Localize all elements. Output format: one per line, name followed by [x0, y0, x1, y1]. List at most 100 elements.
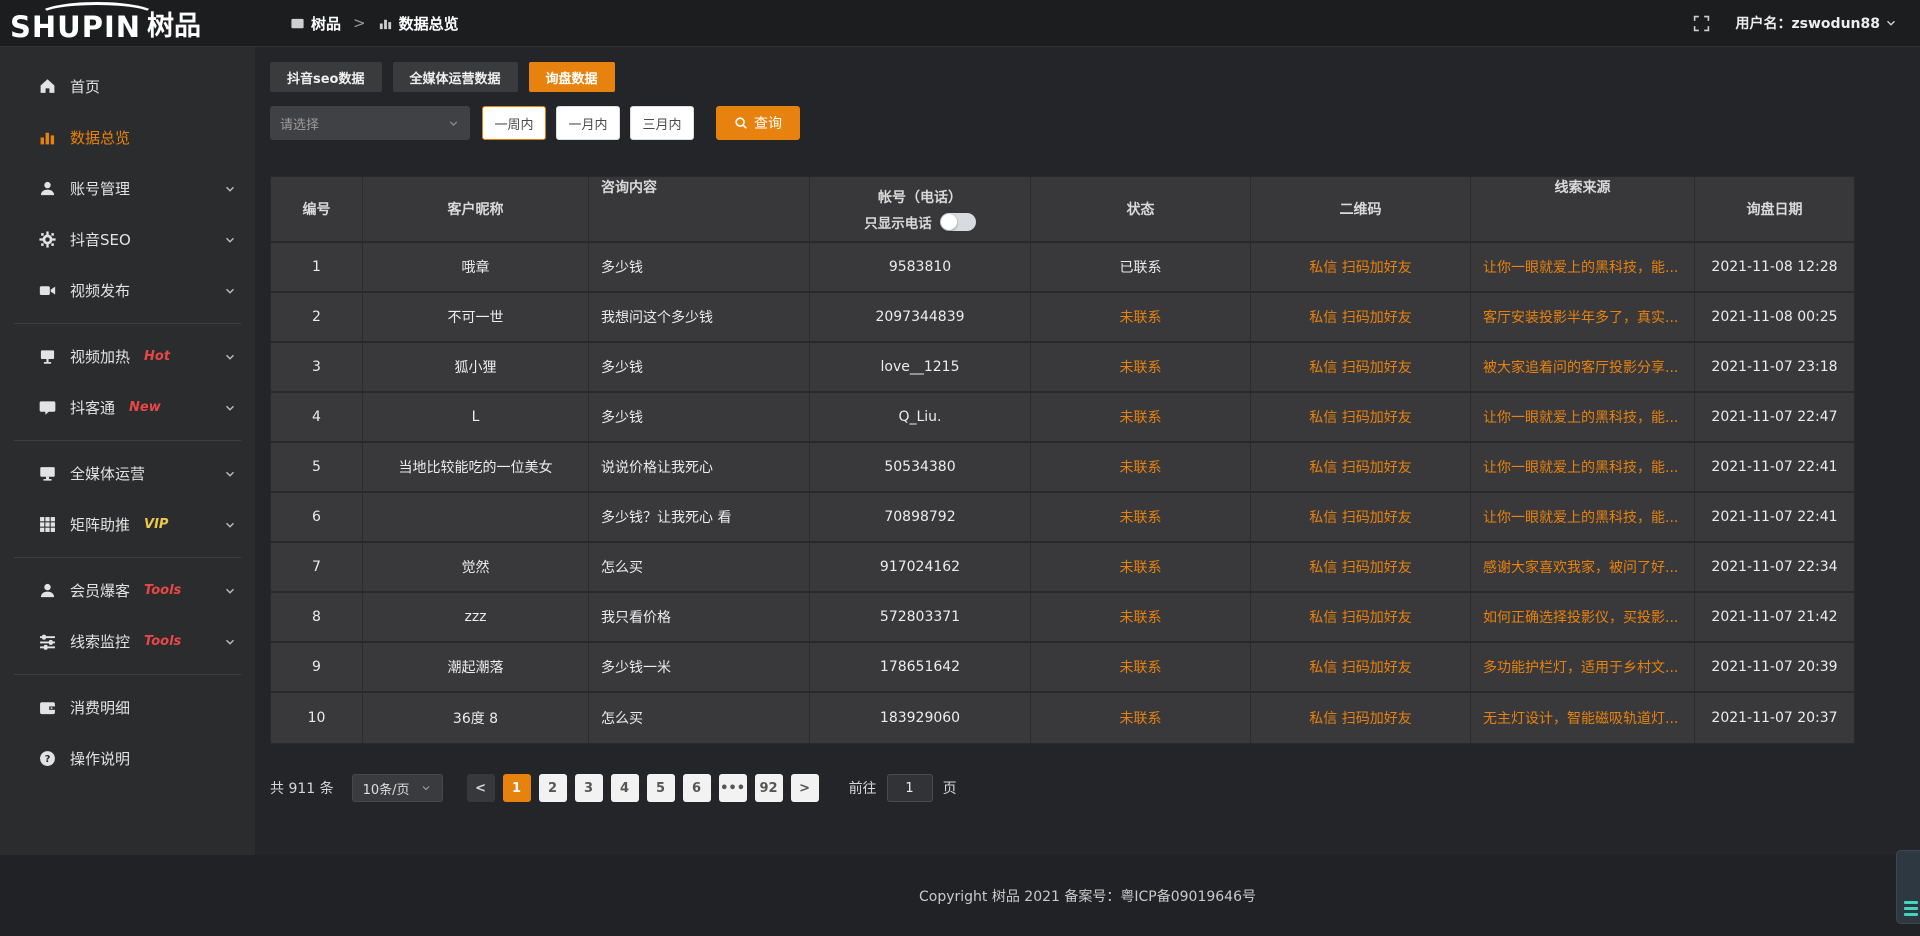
sidebar-item-consumption-detail[interactable]: 消费明细: [0, 682, 255, 733]
chevron-down-icon: [223, 635, 237, 649]
cell-source[interactable]: 被大家追着问的客厅投影分享...: [1471, 343, 1695, 391]
table-row: 2不可一世我想问这个多少钱2097344839未联系私信 扫码加好友客厅安装投影…: [271, 293, 1854, 343]
cell-source[interactable]: 多功能护栏灯，适用于乡村文...: [1471, 643, 1695, 691]
cell-no: 8: [271, 593, 363, 641]
copyright-text: Copyright 树品 2021 备案号：粤ICP备09019646号: [919, 886, 1256, 906]
user-icon: [38, 582, 56, 599]
page-button-3[interactable]: 3: [575, 774, 603, 802]
sidebar-item-douyin-seo[interactable]: 抖音SEO: [0, 214, 255, 265]
fullscreen-icon[interactable]: [1693, 15, 1710, 32]
cell-qrcode[interactable]: 私信 扫码加好友: [1251, 443, 1471, 491]
page-button-2[interactable]: 2: [539, 774, 567, 802]
cell-qrcode[interactable]: 私信 扫码加好友: [1251, 693, 1471, 743]
chevron-down-icon: [223, 584, 237, 598]
search-button[interactable]: 查询: [716, 106, 800, 140]
username-label[interactable]: 用户名：zswodun88: [1736, 13, 1880, 33]
chevron-down-icon: [420, 782, 432, 794]
cell-account: Q_Liu.: [810, 393, 1031, 441]
page-button-6[interactable]: 6: [683, 774, 711, 802]
cell-qrcode[interactable]: 私信 扫码加好友: [1251, 243, 1471, 291]
prev-page-button[interactable]: <: [467, 774, 495, 802]
cell-date: 2021-11-07 22:34: [1695, 543, 1854, 591]
cell-account: 178651642: [810, 643, 1031, 691]
monitor-icon: [38, 465, 56, 482]
cell-account: love__1215: [810, 343, 1031, 391]
page-size-select[interactable]: 10条/页: [352, 774, 443, 802]
cell-qrcode[interactable]: 私信 扫码加好友: [1251, 343, 1471, 391]
cell-content: 多少钱: [589, 243, 810, 291]
cell-source[interactable]: 让你一眼就爱上的黑科技，能...: [1471, 243, 1695, 291]
sidebar-item-video-heating[interactable]: 视频加热Hot: [0, 331, 255, 382]
sidebar-item-member-baoke[interactable]: 会员爆客Tools: [0, 565, 255, 616]
col-header-content: 咨询内容: [589, 177, 810, 241]
cell-content: 多少钱？让我死心 看: [589, 493, 810, 541]
search-button-label: 查询: [754, 113, 782, 133]
cell-content: 怎么买: [589, 543, 810, 591]
sidebar-item-label: 抖音SEO: [70, 229, 131, 250]
cell-no: 7: [271, 543, 363, 591]
sidebar-item-home[interactable]: 首页: [0, 61, 255, 112]
sidebar-item-douketong[interactable]: 抖客通New: [0, 382, 255, 433]
sidebar-item-matrix-boost[interactable]: 矩阵助推VIP: [0, 499, 255, 550]
cell-account: 9583810: [810, 243, 1031, 291]
sidebar-item-operation-guide[interactable]: ?操作说明: [0, 733, 255, 784]
next-page-button[interactable]: >: [791, 774, 819, 802]
toggle-knob: [941, 214, 957, 230]
table-row: 7觉然怎么买917024162未联系私信 扫码加好友感谢大家喜欢我家，被问了好.…: [271, 543, 1854, 593]
cell-qrcode[interactable]: 私信 扫码加好友: [1251, 393, 1471, 441]
footer: Copyright 树品 2021 备案号：粤ICP备09019646号: [0, 855, 1920, 936]
range-button-1[interactable]: 一月内: [556, 106, 620, 140]
sidebar-divider: [14, 323, 241, 324]
chevron-down-icon: [223, 467, 237, 481]
table-header-row: 编号 客户昵称 咨询内容 帐号（电话） 只显示电话 状态 二维码 线索来源 询盘…: [271, 177, 1854, 243]
header-right: 用户名：zswodun88: [1693, 13, 1920, 33]
cell-qrcode[interactable]: 私信 扫码加好友: [1251, 543, 1471, 591]
cell-source[interactable]: 让你一眼就爱上的黑科技，能...: [1471, 443, 1695, 491]
table-row: 3狐小狸多少钱love__1215未联系私信 扫码加好友被大家追着问的客厅投影分…: [271, 343, 1854, 393]
sidebar-item-account-management[interactable]: 账号管理: [0, 163, 255, 214]
cell-source[interactable]: 客厅安装投影半年多了，真实...: [1471, 293, 1695, 341]
inquiry-table: 编号 客户昵称 咨询内容 帐号（电话） 只显示电话 状态 二维码 线索来源 询盘…: [270, 176, 1855, 744]
cell-nickname: 哦章: [363, 243, 589, 291]
page-button-1[interactable]: 1: [503, 774, 531, 802]
chevron-down-icon: [223, 284, 237, 298]
cell-source[interactable]: 让你一眼就爱上的黑科技，能...: [1471, 393, 1695, 441]
filter-select[interactable]: 请选择: [270, 106, 470, 140]
cell-qrcode[interactable]: 私信 扫码加好友: [1251, 493, 1471, 541]
cell-qrcode[interactable]: 私信 扫码加好友: [1251, 643, 1471, 691]
range-button-2[interactable]: 三月内: [630, 106, 694, 140]
floating-widget[interactable]: [1896, 850, 1920, 924]
cell-account: 183929060: [810, 693, 1031, 743]
cell-content: 我只看价格: [589, 593, 810, 641]
page-size-value: 10条/页: [363, 779, 410, 798]
page-button-92[interactable]: 92: [755, 774, 783, 802]
tab-0[interactable]: 抖音seo数据: [270, 62, 382, 92]
sidebar-item-clue-monitor[interactable]: 线索监控Tools: [0, 616, 255, 667]
cell-source[interactable]: 如何正确选择投影仪，买投影...: [1471, 593, 1695, 641]
cell-source[interactable]: 让你一眼就爱上的黑科技，能...: [1471, 493, 1695, 541]
goto-page-input[interactable]: [887, 774, 933, 802]
cell-nickname: 不可一世: [363, 293, 589, 341]
cell-qrcode[interactable]: 私信 扫码加好友: [1251, 593, 1471, 641]
sidebar-item-label: 视频加热: [70, 346, 130, 367]
phone-only-toggle[interactable]: [940, 213, 976, 231]
phone-only-row: 只显示电话: [864, 212, 976, 232]
cell-status: 未联系: [1031, 443, 1251, 491]
cell-source[interactable]: 无主灯设计，智能磁吸轨道灯...: [1471, 693, 1695, 743]
tab-1[interactable]: 全媒体运营数据: [393, 62, 518, 92]
cell-qrcode[interactable]: 私信 扫码加好友: [1251, 293, 1471, 341]
chevron-down-icon[interactable]: [1884, 16, 1898, 30]
pages-ellipsis[interactable]: •••: [719, 774, 747, 802]
cell-content: 多少钱一米: [589, 643, 810, 691]
sidebar-badge: New: [129, 400, 161, 415]
sidebar-item-video-publish[interactable]: 视频发布: [0, 265, 255, 316]
tab-2[interactable]: 询盘数据: [529, 62, 615, 92]
breadcrumb-root[interactable]: 树品: [311, 13, 341, 34]
logo: SHUPIN 树品: [0, 0, 255, 47]
cell-source[interactable]: 感谢大家喜欢我家，被问了好...: [1471, 543, 1695, 591]
range-button-0[interactable]: 一周内: [482, 106, 546, 140]
sidebar-item-data-overview[interactable]: 数据总览: [0, 112, 255, 163]
page-button-5[interactable]: 5: [647, 774, 675, 802]
page-button-4[interactable]: 4: [611, 774, 639, 802]
sidebar-item-media-operation[interactable]: 全媒体运营: [0, 448, 255, 499]
